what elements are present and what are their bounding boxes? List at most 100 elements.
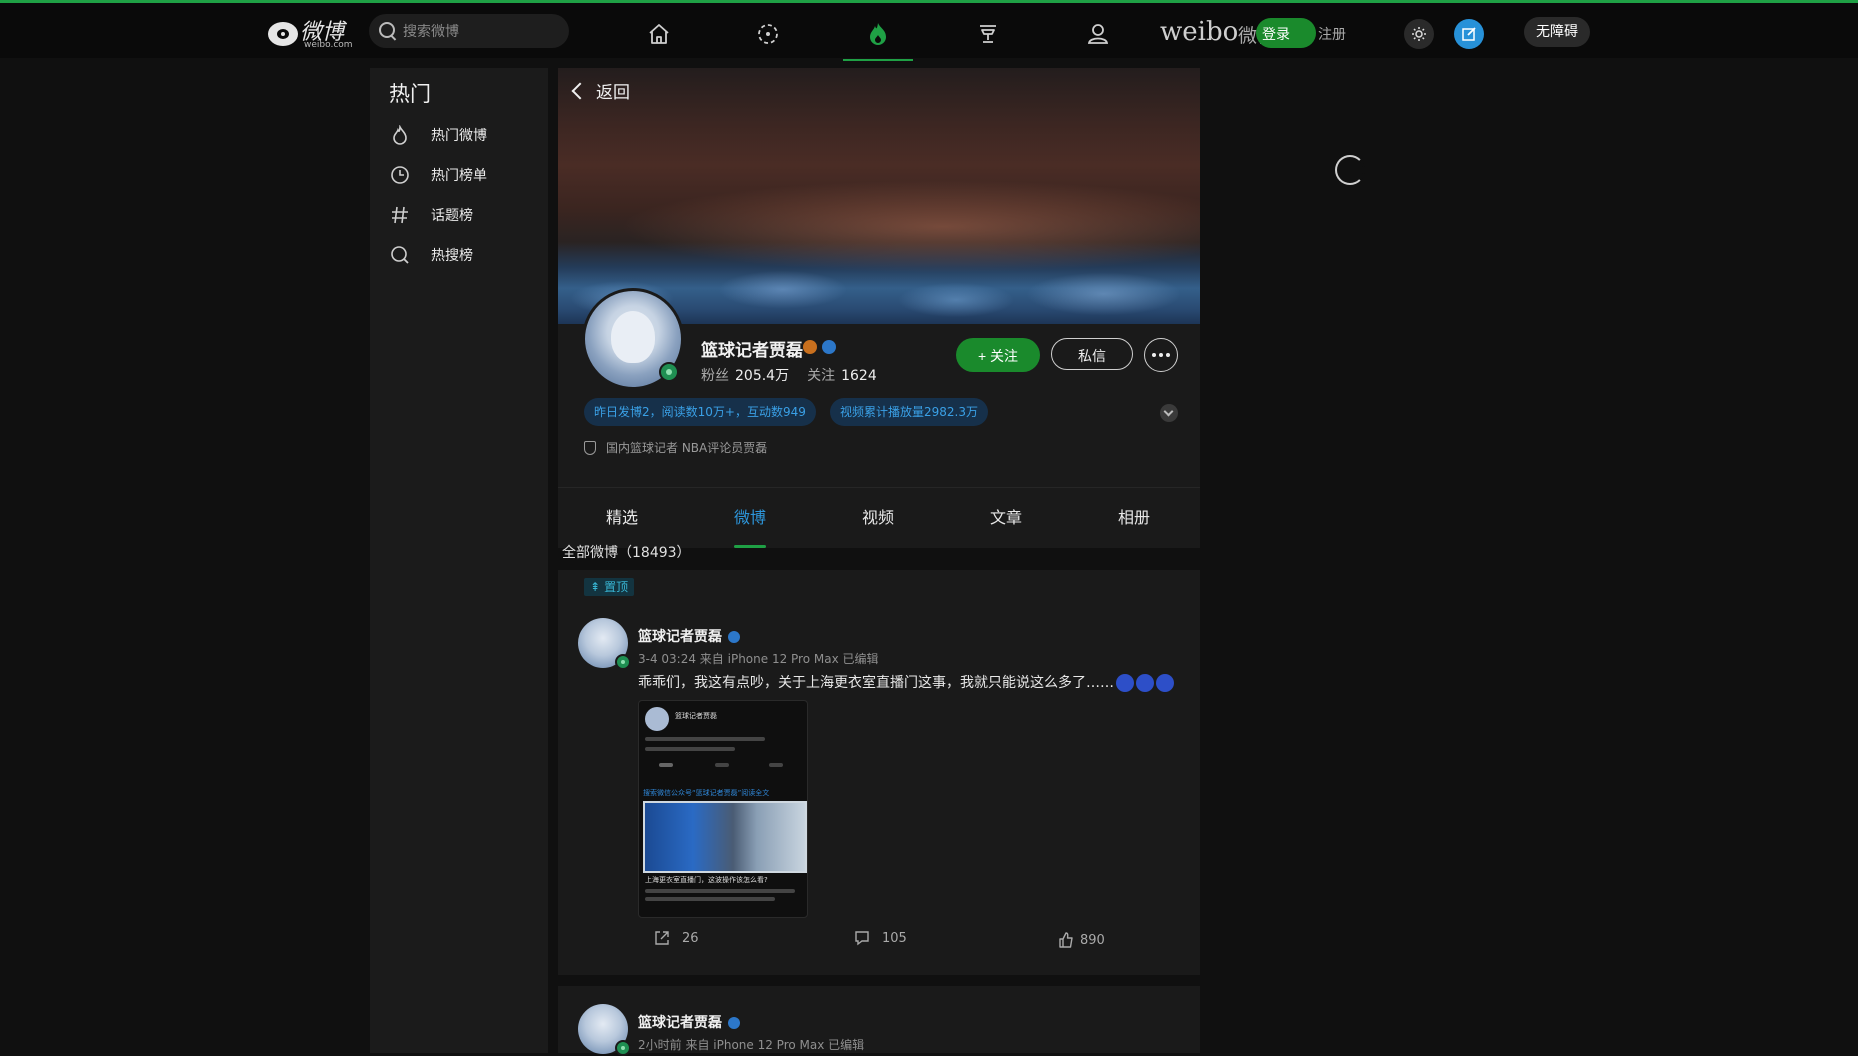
blue-v-icon — [728, 1017, 740, 1029]
sidebar-item-label: 热搜榜 — [431, 248, 473, 264]
thumb-title: 篮球记者贾磊 — [675, 712, 717, 720]
tab-articles[interactable]: 文章 — [942, 488, 1070, 548]
comment-icon — [854, 930, 870, 946]
sidebar-item-label: 热门微博 — [431, 128, 487, 144]
more-options-button[interactable] — [1144, 338, 1178, 372]
home-icon — [649, 23, 669, 44]
shield-icon — [584, 440, 596, 455]
like-button[interactable]: 890 — [1058, 932, 1105, 948]
message-button[interactable]: 私信 — [1051, 338, 1133, 370]
sidebar-title: 热门 — [389, 82, 431, 106]
sidebar-item-hot-list[interactable]: 热门榜单 — [389, 160, 539, 190]
sidebar-item-label: 话题榜 — [431, 208, 473, 224]
nav-profile[interactable] — [1063, 6, 1133, 61]
thumb-photo — [643, 801, 807, 873]
tab-video[interactable]: 视频 — [814, 488, 942, 548]
clock-icon — [389, 164, 411, 186]
tab-weibo[interactable]: 微博 — [686, 488, 814, 548]
stats-chip-video[interactable]: 视频累计播放量2982.3万 — [830, 398, 988, 426]
search-box[interactable] — [369, 14, 569, 48]
weibo-logo[interactable]: 微博 weibo.com — [266, 14, 356, 50]
compose-icon — [1462, 27, 1476, 41]
post-card: 置顶 篮球记者贾磊 3-4 03:24 来自 iPhone 12 Pro Max… — [558, 570, 1200, 975]
compose-button[interactable] — [1454, 19, 1484, 49]
pinned-badge: 置顶 — [584, 578, 635, 596]
stats-chip-posts[interactable]: 昨日发博2，阅读数10万+，互动数949 — [584, 398, 816, 426]
thumb-link-text: 搜索微信公众号“篮球记者贾磊”阅读全文 — [643, 789, 770, 797]
weibo-wordmark: weibo — [1160, 17, 1239, 47]
flame-icon — [389, 124, 411, 146]
back-label: 返回 — [596, 83, 630, 103]
sidebar-item-hot-weibo[interactable]: 热门微博 — [389, 120, 539, 150]
post-meta: 3-4 03:24 来自 iPhone 12 Pro Max 已编辑 — [638, 652, 879, 666]
repost-button[interactable]: 26 — [654, 930, 699, 946]
verified-badge-icon — [659, 362, 679, 382]
tab-album[interactable]: 相册 — [1070, 488, 1198, 548]
accessibility-button[interactable]: 无障碍 — [1524, 17, 1590, 47]
post-meta: 2小时前 来自 iPhone 12 Pro Max 已编辑 — [638, 1038, 865, 1052]
back-button[interactable]: 返回 — [571, 78, 630, 103]
search-hot-icon — [389, 244, 411, 266]
fans-label: 粉丝 — [701, 368, 729, 384]
user-icon — [1087, 23, 1109, 44]
game-icon — [980, 24, 996, 43]
emoji-icon — [1116, 674, 1134, 692]
logo-subtext: weibo.com — [304, 40, 353, 50]
post-card: 篮球记者贾磊 2小时前 来自 iPhone 12 Pro Max 已编辑 — [558, 986, 1200, 1056]
post-author[interactable]: 篮球记者贾磊 — [638, 1012, 740, 1032]
sidebar: 热门 热门微博 热门榜单 话题榜 热搜榜 — [370, 68, 548, 1053]
tab-featured[interactable]: 精选 — [558, 488, 686, 548]
blue-v-icon — [728, 631, 740, 643]
verified-badge-icon — [615, 1040, 631, 1056]
nav-hot[interactable] — [843, 6, 913, 61]
profile-stats: 粉丝 205.4万 关注 1624 — [701, 365, 895, 385]
hot-icon — [870, 22, 886, 45]
emoji-icon — [1136, 674, 1154, 692]
post-author[interactable]: 篮球记者贾磊 — [638, 626, 740, 646]
more-dot-icon — [1152, 353, 1156, 357]
post-count: 全部微博（18493） — [562, 545, 691, 561]
fans-count[interactable]: 205.4万 — [735, 368, 789, 384]
bio-text: 国内篮球记者 NBA评论员贾磊 — [606, 441, 768, 455]
expand-chevron-icon[interactable] — [1160, 404, 1178, 422]
search-icon — [379, 22, 395, 38]
share-icon — [654, 930, 670, 946]
thumbs-up-icon — [1058, 932, 1074, 948]
post-text: 乖乖们，我这有点吵，关于上海更衣室直播门这事，我就只能说这么多了…… — [638, 672, 1174, 692]
profile-card: 返回 篮球记者贾磊 粉丝 205.4万 关注 1624 + 关注 私信 昨日发博2，阅… — [558, 68, 1200, 487]
loading-spinner-icon — [1335, 155, 1365, 185]
search-input[interactable] — [401, 20, 565, 44]
sidebar-item-hot-search[interactable]: 热搜榜 — [389, 240, 539, 270]
post-image[interactable]: 篮球记者贾磊 搜索微信公众号“篮球记者贾磊”阅读全文 上海更衣室直播门，这波操作… — [638, 700, 808, 918]
gold-medal-icon — [803, 340, 817, 354]
thumb-avatar — [645, 707, 669, 731]
verified-badge-icon — [615, 654, 631, 670]
cover-image — [558, 68, 1200, 324]
following-count[interactable]: 1624 — [841, 368, 877, 384]
following-label: 关注 — [807, 368, 836, 384]
nav-home[interactable] — [624, 6, 694, 61]
login-label[interactable]: 登录 — [1262, 24, 1290, 44]
sidebar-item-topics[interactable]: 话题榜 — [389, 200, 539, 230]
nav-game[interactable] — [953, 6, 1023, 61]
hashtag-icon — [389, 204, 411, 226]
theme-button[interactable] — [1404, 19, 1434, 49]
repost-count: 26 — [682, 930, 699, 946]
thumb-caption: 上海更衣室直播门，这波操作该怎么看? — [645, 876, 768, 884]
comment-count: 105 — [882, 930, 907, 946]
video-icon — [758, 23, 778, 44]
chevron-left-icon — [571, 82, 589, 100]
sun-icon — [1412, 27, 1426, 41]
nav-video[interactable] — [733, 6, 803, 61]
profile-name: 篮球记者贾磊 — [701, 341, 803, 361]
comment-button[interactable]: 105 — [854, 930, 907, 946]
top-navigation-bar: 微博 weibo.com weibo 微博 登录 注册 无障碍 — [0, 3, 1858, 61]
emoji-icon — [1156, 674, 1174, 692]
register-link[interactable]: 注册 — [1318, 24, 1346, 44]
weibo-eye-icon — [268, 22, 298, 46]
like-count: 890 — [1080, 932, 1105, 948]
profile-tabs: 精选 微博 视频 文章 相册 — [558, 487, 1200, 548]
sidebar-item-label: 热门榜单 — [431, 168, 487, 184]
follow-button[interactable]: + 关注 — [956, 338, 1040, 372]
blue-v-icon — [822, 340, 836, 354]
